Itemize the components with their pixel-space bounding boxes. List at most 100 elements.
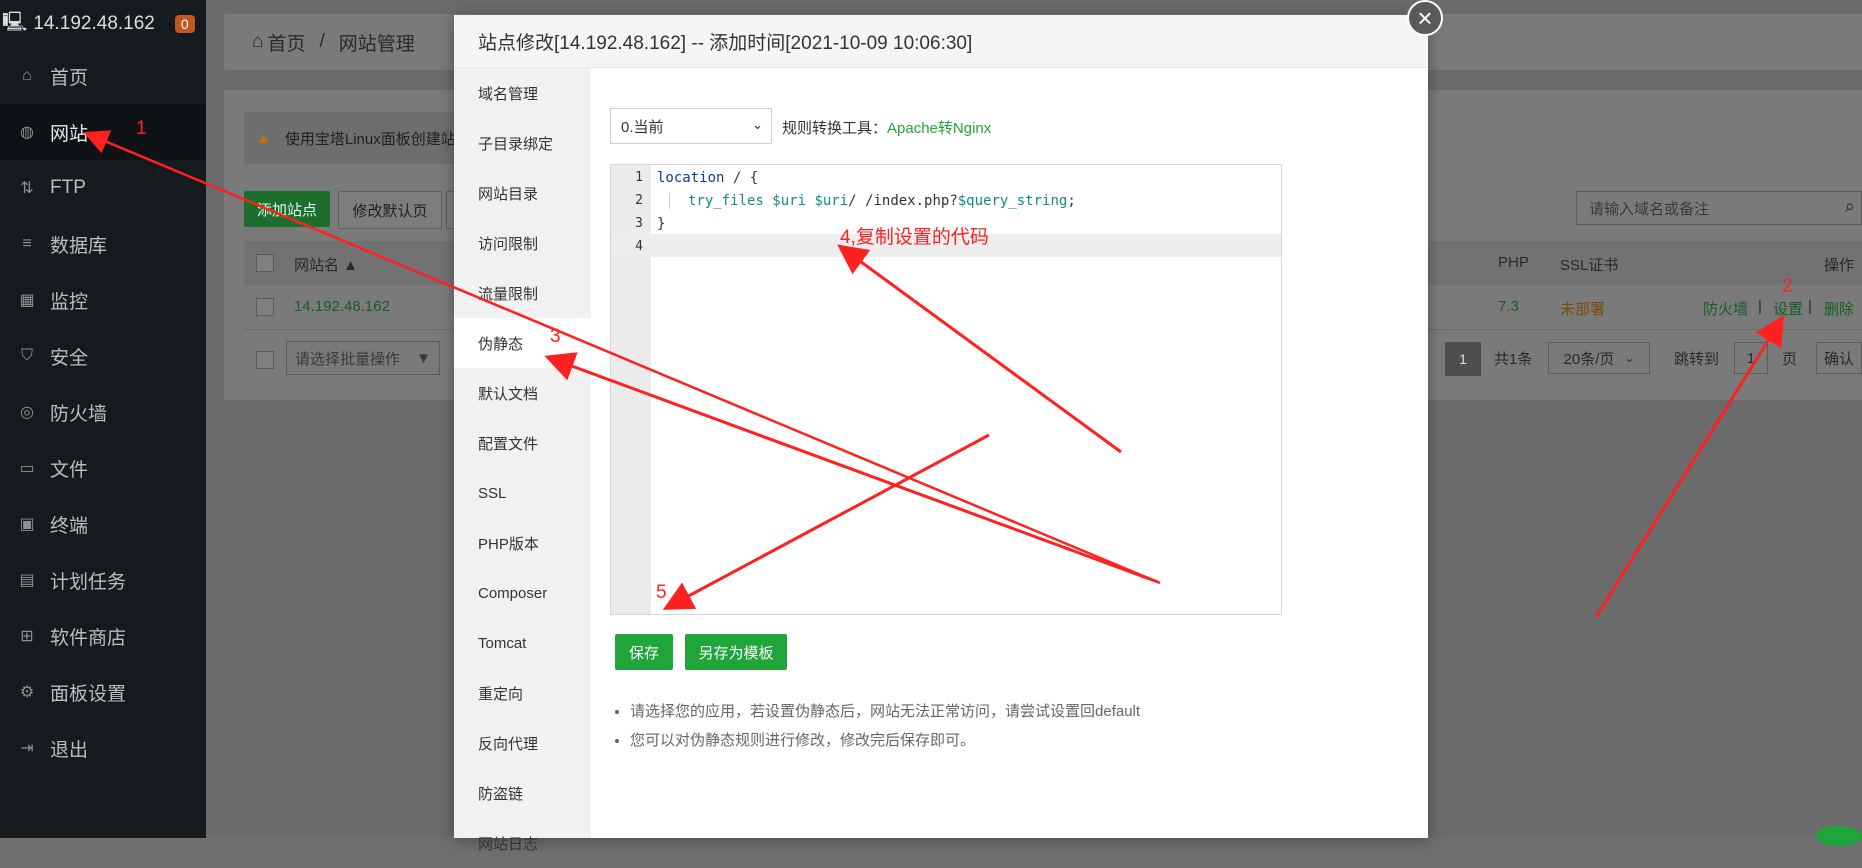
dialog-nav-item[interactable]: Composer [454,568,591,618]
sidebar-item-label: 数据库 [50,235,108,257]
database-icon: ≡ [22,235,32,252]
site-name-link[interactable]: 14.192.48.162 [294,298,390,315]
php-version[interactable]: 7.3 [1498,298,1519,315]
breadcrumb-home[interactable]: 首页 [267,29,305,56]
dialog-nav-item[interactable]: 反向代理 [454,718,591,768]
dialog-nav-item[interactable]: 域名管理 [454,68,591,118]
search-icon[interactable]: ⌕ [1845,196,1855,217]
search-input[interactable]: 请输入域名或备注 ⌕ [1576,191,1862,225]
dialog-nav-item[interactable]: 防盗链 [454,768,591,818]
line-number: 2 [635,193,643,208]
sidebar-item[interactable]: ≡ 数据库 [0,216,206,272]
sidebar-item[interactable]: ⇅ FTP [0,160,206,216]
save-button[interactable]: 保存 [615,634,673,670]
bottom-select-all-checkbox[interactable] [256,351,274,369]
sidebar-item[interactable]: ⊞ 软件商店 [0,608,206,664]
rule-converter-label: 规则转换工具： [782,120,888,137]
monitor-icon: ▦ [19,292,35,309]
batch-operation-select[interactable]: 请选择批量操作 ▼ [286,341,440,375]
sidebar-item[interactable]: ▦ 监控 [0,272,206,328]
sidebar-item-label: 首页 [50,67,89,89]
dialog-nav-item[interactable]: 配置文件 [454,418,591,468]
rewrite-template-select[interactable]: 0.当前 ⌄ [610,108,772,144]
floating-help-button[interactable] [1816,826,1862,846]
rule-converter: 规则转换工具：Apache转Nginx [782,117,991,138]
select-all-checkbox[interactable] [256,254,274,272]
annotation-label-2: 2 [1782,276,1793,297]
sidebar-item[interactable]: ▣ 终端 [0,496,206,552]
sidebar-item-label: 监控 [50,291,89,313]
save-as-template-button[interactable]: 另存为模板 [685,634,787,670]
shield-icon: ⛉ [20,347,33,364]
code-token: / /index.php? [848,193,958,209]
code-text: location / { [657,170,758,186]
dialog-nav-item[interactable]: Tomcat [454,618,591,668]
total-count: 共1条 [1494,350,1533,368]
dialog-nav-item[interactable]: 访问限制 [454,218,591,268]
calendar-icon: ▤ [19,572,35,589]
tip-item: 请选择您的应用，若设置伪静态后，网站无法正常访问，请尝试设置回default [630,700,1330,721]
dialog-nav-item[interactable]: PHP版本 [454,518,591,568]
code-token: $uri [772,193,807,209]
page-number-input[interactable]: 1 [1734,342,1768,374]
home-icon: ⌂ [252,31,264,52]
sidebar-item[interactable]: ▤ 计划任务 [0,552,206,608]
warning-icon: ▲ [256,129,271,147]
annotation-label-1: 1 [136,118,147,139]
row-checkbox[interactable] [256,298,274,316]
delete-link[interactable]: 删除 [1824,298,1854,319]
line-number: 3 [635,216,643,231]
dialog-nav-item[interactable]: 网站日志 [454,818,591,868]
sidebar-item[interactable]: ⇥ 退出 [0,720,206,776]
logout-icon: ⇥ [20,740,34,757]
site-edit-dialog: 站点修改[14.192.48.162] -- 添加时间[2021-10-09 1… [454,15,1428,853]
dialog-nav-item[interactable]: 流量限制 [454,268,591,318]
dialog-nav-item[interactable]: 网站目录 [454,168,591,218]
firewall-icon: ◎ [20,404,34,421]
add-site-button[interactable]: 添加站点 [244,191,330,227]
apps-icon: ⊞ [20,628,34,645]
tip-item: 您可以对伪静态规则进行修改，修改完后保存即可。 [630,729,1330,750]
sidebar-item[interactable]: ⌂ 首页 [0,48,206,104]
sidebar-item-label: 软件商店 [50,627,127,649]
firewall-link[interactable]: 防火墙 [1703,298,1748,319]
confirm-jump-button[interactable]: 确认 [1816,342,1862,374]
annotation-label-5: 5 [656,582,667,603]
sidebar-item[interactable]: ⛉ 安全 [0,328,206,384]
server-header: 🖳 14.192.48.162 0 [0,0,206,48]
indent-guide [669,193,670,209]
col-ssl: SSL证书 [1560,257,1619,274]
server-icon: 🖳 [2,12,28,33]
breadcrumb-current: 网站管理 [338,33,415,55]
apache-to-nginx-link[interactable]: Apache转Nginx [887,120,991,137]
dialog-nav-item[interactable]: 伪静态 [454,318,591,368]
code-token: $query_string [957,193,1068,209]
warning-text: 使用宝塔Linux面板创建站 [284,130,456,148]
code-token: } [657,216,666,232]
sidebar-item-label: 文件 [50,459,89,481]
per-page-value: 20条/页 [1563,350,1615,368]
dialog-nav-item[interactable]: 默认文档 [454,368,591,418]
modify-default-page-button[interactable]: 修改默认页 [338,191,442,229]
sidebar: 🖳 14.192.48.162 0 ⌂ 首页 ◍ 网站 ⇅ FTP ≡ 数据库 ▦ 监控 ⛉ 安全 ◎ 防… [0,0,206,838]
notification-badge[interactable]: 0 [174,15,195,33]
terminal-icon: ▣ [19,516,35,533]
home-icon: ⌂ [22,67,32,84]
code-text: try_files $uri $uri/ /index.php?$query_s… [657,193,1076,209]
dialog-nav-item[interactable]: SSL [454,468,591,518]
breadcrumb-separator: / [319,31,325,52]
chevron-down-icon: ⌄ [752,117,763,132]
dialog-nav-item[interactable]: 重定向 [454,668,591,718]
dialog-nav-item[interactable]: 子目录绑定 [454,118,591,168]
sidebar-item[interactable]: ◍ 网站 [0,104,206,160]
ssl-status[interactable]: 未部署 [1560,298,1605,319]
settings-link[interactable]: 设置 [1773,298,1803,319]
close-icon[interactable]: × [1407,0,1443,36]
sidebar-item[interactable]: ◎ 防火墙 [0,384,206,440]
sidebar-item[interactable]: ⚙ 面板设置 [0,664,206,720]
page-1-button[interactable]: 1 [1445,342,1481,376]
per-page-select[interactable]: 20条/页 ⌄ [1548,342,1650,374]
col-site-name[interactable]: 网站名 ▲ [294,254,358,275]
sidebar-item[interactable]: ▭ 文件 [0,440,206,496]
sidebar-item-label: 防火墙 [50,403,108,425]
